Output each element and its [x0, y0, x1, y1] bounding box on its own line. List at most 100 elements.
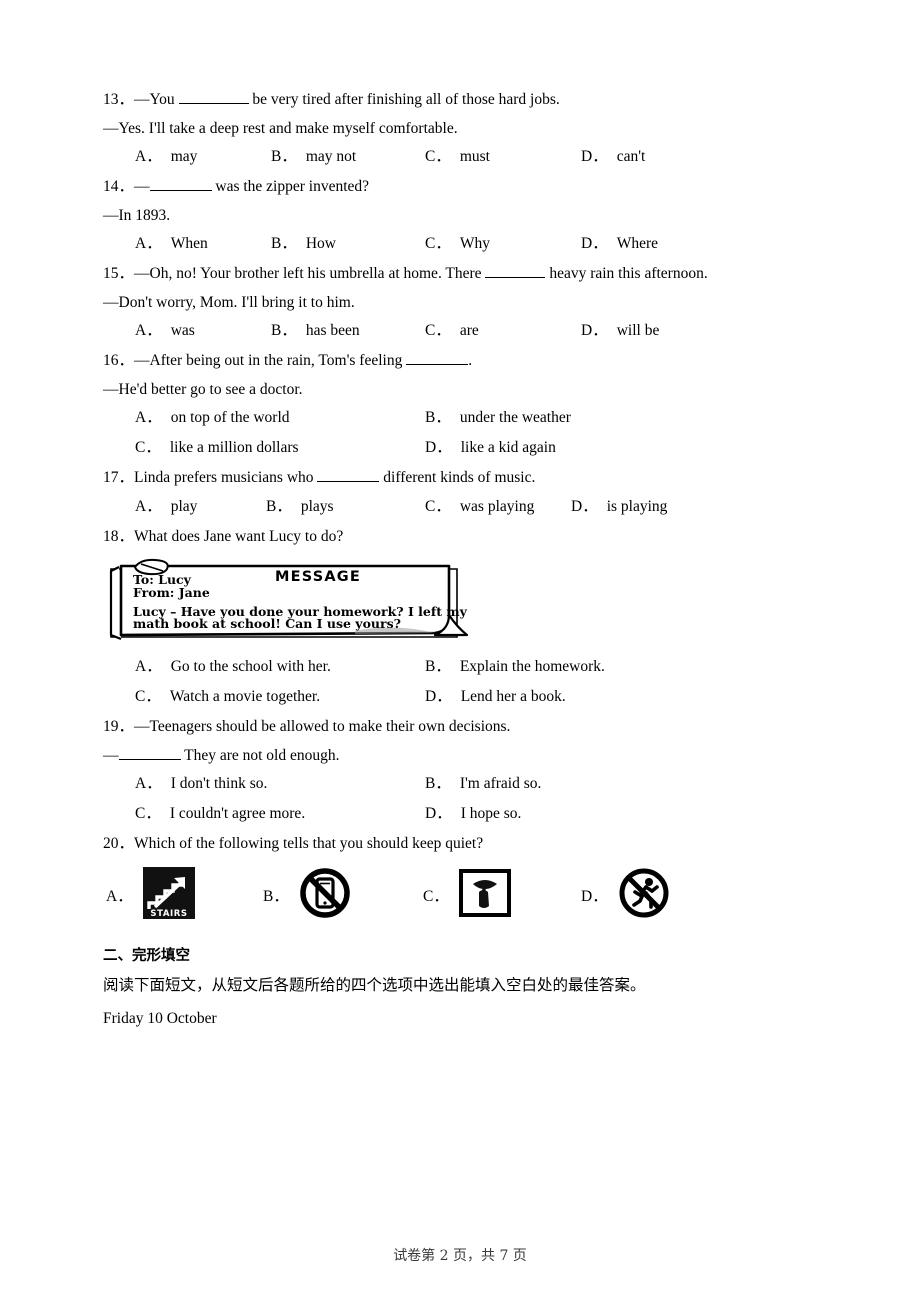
question-19-reply-text: They are not old enough.	[180, 746, 340, 764]
question-15-blank	[485, 277, 546, 278]
message-note-image: MESSAGE To: Lucy From: Jane Lucy – Have …	[105, 557, 475, 645]
question-19-number: 19．	[103, 718, 135, 735]
question-16-option-d[interactable]: D． like a kid again	[425, 440, 556, 456]
question-15-stem-suffix: heavy rain this afternoon.	[545, 265, 708, 282]
question-13-stem-prefix: —You	[134, 91, 179, 108]
question-19-option-a[interactable]: A． I don't think so.	[135, 776, 267, 792]
message-note-from: From: Jane	[133, 585, 210, 600]
question-15-option-d[interactable]: D． will be	[581, 323, 659, 339]
message-note-body-line2: math book at school! Can I use yours?	[133, 616, 401, 631]
question-18-option-c[interactable]: C． Watch a movie together.	[135, 689, 320, 705]
question-16-stem-suffix: .	[468, 352, 473, 369]
question-20-option-a[interactable]: A． STAIRS	[106, 865, 197, 926]
stairs-sign-caption: STAIRS	[150, 909, 187, 919]
cloze-section-heading: 二、完形填空	[103, 947, 190, 964]
question-14-stem-suffix: was the zipper invented?	[211, 178, 370, 195]
question-14-blank	[149, 190, 212, 191]
question-14-stem-prefix: —	[134, 178, 150, 195]
question-20-option-b[interactable]: B．	[263, 864, 353, 926]
question-15-option-c[interactable]: C． are	[425, 323, 479, 339]
question-18-option-a[interactable]: A． Go to the school with her.	[135, 659, 331, 675]
question-16-stem-prefix: —After being out in the rain, Tom's feel…	[134, 352, 407, 369]
question-18-stem-prefix: What does Jane want Lucy to do?	[134, 527, 344, 545]
question-14-option-d[interactable]: D． Where	[581, 236, 658, 252]
question-13-stem-suffix: be very tired after finishing all of tho…	[248, 91, 560, 108]
question-19-blank	[118, 758, 181, 760]
question-18-option-b[interactable]: B． Explain the homework.	[425, 659, 605, 675]
question-16-options-row1: A． on top of the world B． under the weathe…	[103, 410, 817, 427]
question-17-stem-prefix: Linda prefers musicians who	[134, 469, 318, 486]
question-19-reply-dash: —	[103, 746, 119, 764]
no-mobile-phone-sign-icon	[296, 864, 353, 926]
question-20-number: 20．	[103, 835, 135, 852]
question-13-option-b[interactable]: B． may not	[271, 149, 356, 165]
cloze-passage-date: Friday 10 October	[103, 1009, 217, 1027]
question-20-option-c[interactable]: C．	[423, 865, 513, 926]
question-19-options-row2: C． I couldn't agree more. D． I hope so.	[103, 806, 817, 823]
message-note-title: MESSAGE	[275, 569, 361, 585]
question-17-blank	[317, 481, 380, 482]
question-17-options: A． play B． plays C． was playing D． is playin…	[103, 498, 817, 516]
question-18-number: 18．	[103, 527, 135, 545]
question-13-options: A． may B． may not C． must D． can't	[103, 149, 817, 166]
question-16-number: 16．	[103, 352, 135, 369]
question-20-stem-prefix: Which of the following tells that you sh…	[134, 835, 484, 852]
page-content: 13．—You be very tired after finishing al…	[103, 92, 817, 1036]
question-17-option-d[interactable]: D． is playing	[571, 498, 667, 515]
question-16-blank	[406, 364, 469, 365]
question-17-number: 17．	[103, 469, 135, 486]
question-17-stem-suffix: different kinds of music.	[379, 469, 536, 486]
question-19-option-d[interactable]: D． I hope so.	[425, 806, 521, 822]
question-15-options: A． was B． has been C． are D． will be	[103, 323, 817, 340]
question-17-option-b[interactable]: B． plays	[266, 498, 334, 515]
question-16-option-b[interactable]: B． under the weather	[425, 410, 571, 426]
question-20-option-a-label: A．	[106, 888, 133, 905]
question-13-reply: —Yes. I'll take a deep rest and make mys…	[103, 119, 458, 137]
exam-paper-page: 13．—You be very tired after finishing al…	[0, 0, 920, 1302]
question-19-options-row1: A． I don't think so. B． I'm afraid so.	[103, 776, 817, 793]
question-16-stem: 16．—After being out in the rain, Tom's f…	[103, 353, 817, 369]
question-15-option-b[interactable]: B． has been	[271, 323, 360, 339]
question-15-option-a[interactable]: A． was	[135, 323, 195, 339]
question-14-option-b[interactable]: B． How	[271, 236, 336, 252]
question-14-number: 14．	[103, 178, 135, 195]
question-14-option-c[interactable]: C． Why	[425, 236, 490, 252]
question-20-option-b-label: B．	[263, 888, 289, 905]
question-14-option-a[interactable]: A． When	[135, 236, 208, 252]
question-17-stem: 17．Linda prefers musicians who different…	[103, 470, 817, 486]
question-13-blank	[178, 103, 249, 104]
question-14-options: A． When B． How C． Why D． Where	[103, 236, 817, 253]
question-19-option-c[interactable]: C． I couldn't agree more.	[135, 806, 305, 822]
question-13-option-a[interactable]: A． may	[135, 149, 197, 165]
question-19-reply: — They are not old enough.	[103, 746, 817, 764]
question-13-option-c[interactable]: C． must	[425, 149, 490, 165]
question-13-option-d[interactable]: D． can't	[581, 149, 645, 165]
question-16-options-row2: C． like a million dollars D． like a kid ag…	[103, 440, 817, 457]
question-14-stem: 14．— was the zipper invented?	[103, 179, 817, 195]
question-17-option-c[interactable]: C． was playing	[425, 498, 534, 515]
question-14-reply: —In 1893.	[103, 206, 171, 224]
question-20-option-d-label: D．	[581, 888, 608, 905]
question-16-reply: —He'd better go to see a doctor.	[103, 380, 303, 398]
question-15-number: 15．	[103, 265, 135, 282]
stairs-sign-icon: STAIRS	[141, 865, 197, 926]
question-15-stem-prefix: —Oh, no! Your brother left his umbrella …	[134, 265, 486, 282]
question-13-stem: 13．—You be very tired after finishing al…	[103, 92, 817, 108]
page-footer: 试卷第 2 页，共 7 页	[393, 1248, 527, 1264]
question-17-option-a[interactable]: A． play	[135, 498, 197, 515]
question-19-option-b[interactable]: B． I'm afraid so.	[425, 776, 541, 792]
question-16-option-c[interactable]: C． like a million dollars	[135, 440, 299, 456]
question-15-stem: 15．—Oh, no! Your brother left his umbrel…	[103, 266, 817, 282]
question-15-reply: —Don't worry, Mom. I'll bring it to him.	[103, 293, 355, 311]
question-20-option-d[interactable]: D．	[581, 864, 672, 926]
question-20-stem: 20．Which of the following tells that you…	[103, 836, 817, 852]
quiet-shh-sign-icon	[457, 865, 513, 926]
question-16-option-a[interactable]: A． on top of the world	[135, 410, 290, 426]
question-18-options-row1: A． Go to the school with her. B． Explain t…	[103, 659, 817, 676]
question-18-stem: 18．What does Jane want Lucy to do?	[103, 527, 817, 545]
question-18-option-d[interactable]: D． Lend her a book.	[425, 689, 566, 705]
question-20-options: A． STAIRS B． C． D．	[103, 864, 817, 935]
no-running-sign-icon	[615, 864, 672, 926]
question-19-stem: 19．—Teenagers should be allowed to make …	[103, 719, 817, 735]
question-18-options-row2: C． Watch a movie together. D． Lend her a b…	[103, 689, 817, 706]
